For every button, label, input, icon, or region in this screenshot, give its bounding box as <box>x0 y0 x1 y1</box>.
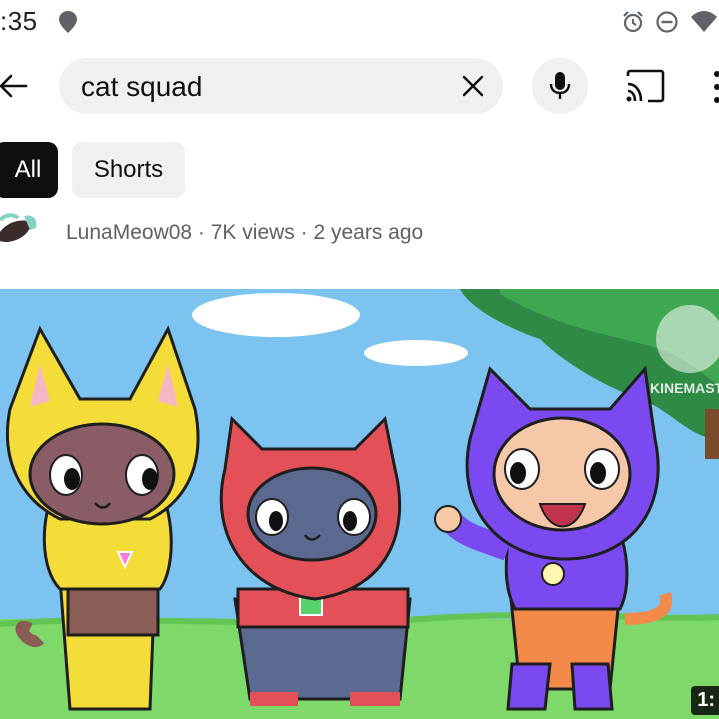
watermark-text: KINEMASTER <box>650 380 719 396</box>
back-button[interactable] <box>0 66 32 106</box>
status-time: :35 <box>0 6 38 36</box>
status-icons <box>621 8 719 36</box>
do-not-disturb-icon <box>656 11 678 33</box>
chip-shorts[interactable]: Shorts <box>72 142 185 198</box>
search-input[interactable]: cat squad <box>59 58 503 114</box>
more-vert-icon[interactable] <box>712 70 719 104</box>
video-thumbnail[interactable]: KINEMASTER <box>0 289 719 719</box>
location-pin-icon <box>59 11 77 33</box>
channel-avatar[interactable] <box>0 208 44 242</box>
wifi-icon <box>691 11 717 32</box>
voice-search-button[interactable] <box>532 58 588 114</box>
microphone-icon <box>549 72 571 99</box>
search-query-text: cat squad <box>81 71 203 102</box>
alarm-icon <box>623 11 643 33</box>
back-arrow-icon <box>0 74 28 98</box>
video-duration-badge: 1: <box>691 686 719 715</box>
red-cat-character <box>219 415 412 706</box>
chip-all[interactable]: All <box>0 142 58 198</box>
clear-icon[interactable] <box>461 74 485 98</box>
thumbnail-illustration: KINEMASTER <box>0 289 719 719</box>
cast-icon[interactable] <box>624 68 666 104</box>
video-meta: LunaMeow08 · 7K views · 2 years ago <box>66 221 424 244</box>
